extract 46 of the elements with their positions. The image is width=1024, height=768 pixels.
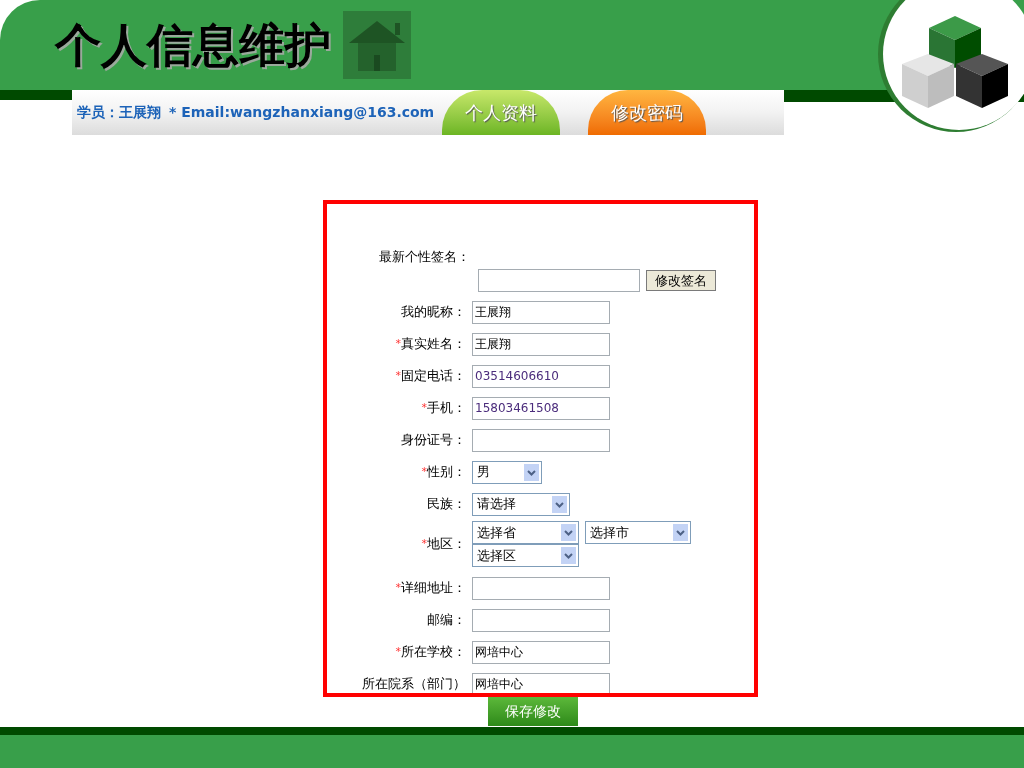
required-mark: * (395, 643, 401, 660)
text-field[interactable]: 03514606610 (472, 364, 610, 388)
text-field[interactable]: 网培中心 (472, 640, 610, 664)
required-mark: * (421, 535, 427, 552)
chevron-down-icon (524, 463, 539, 481)
province-dropdown[interactable]: 选择省 (472, 521, 579, 544)
text-field[interactable] (478, 268, 640, 292)
text-field[interactable] (472, 428, 610, 452)
field-label: 邮编： (427, 611, 466, 630)
field-label: 所在学校： (401, 643, 466, 662)
text-field[interactable] (472, 608, 610, 632)
chevron-down-icon (552, 495, 567, 513)
dropdown[interactable]: 请选择 (472, 492, 570, 516)
field-label: 手机： (427, 399, 466, 418)
required-mark: * (421, 399, 427, 416)
field-label: 性别： (427, 463, 466, 482)
student-name: 学员：王展翔 (77, 103, 161, 122)
home-icon[interactable] (343, 11, 411, 79)
chevron-down-icon (561, 524, 576, 541)
required-mark: * (395, 335, 401, 352)
banner-stripe (0, 90, 72, 100)
field-label: 真实姓名： (401, 335, 466, 354)
field-label: 身份证号： (401, 431, 466, 450)
field-label: 地区： (427, 535, 466, 554)
text-field[interactable]: 王展翔 (472, 300, 610, 324)
edit-signature-button[interactable]: 修改签名 (646, 269, 716, 291)
required-mark: * (395, 367, 401, 384)
city-dropdown[interactable]: 选择市 (585, 521, 691, 544)
field-label: 固定电话： (401, 367, 466, 386)
text-field[interactable]: 15803461508 (472, 396, 610, 420)
field-label: 详细地址： (401, 579, 466, 598)
text-field[interactable]: 网培中心 (472, 672, 610, 693)
district-dropdown[interactable]: 选择区 (472, 544, 579, 567)
chevron-down-icon (673, 524, 688, 541)
field-label: 民族： (427, 495, 466, 514)
chevron-down-icon (561, 547, 576, 564)
slide-title: 个人信息维护 (55, 22, 331, 68)
field-label: 我的昵称： (401, 303, 466, 322)
text-field[interactable]: 王展翔 (472, 332, 610, 356)
required-mark: * (395, 579, 401, 596)
dropdown[interactable]: 男 (472, 460, 542, 484)
signature-label: 最新个性签名： (379, 249, 470, 264)
required-mark: * (421, 463, 427, 480)
field-label: 所在院系（部门） (362, 675, 466, 693)
text-field[interactable] (472, 576, 610, 600)
email-text: * Email:wangzhanxiang@163.com (169, 103, 435, 122)
